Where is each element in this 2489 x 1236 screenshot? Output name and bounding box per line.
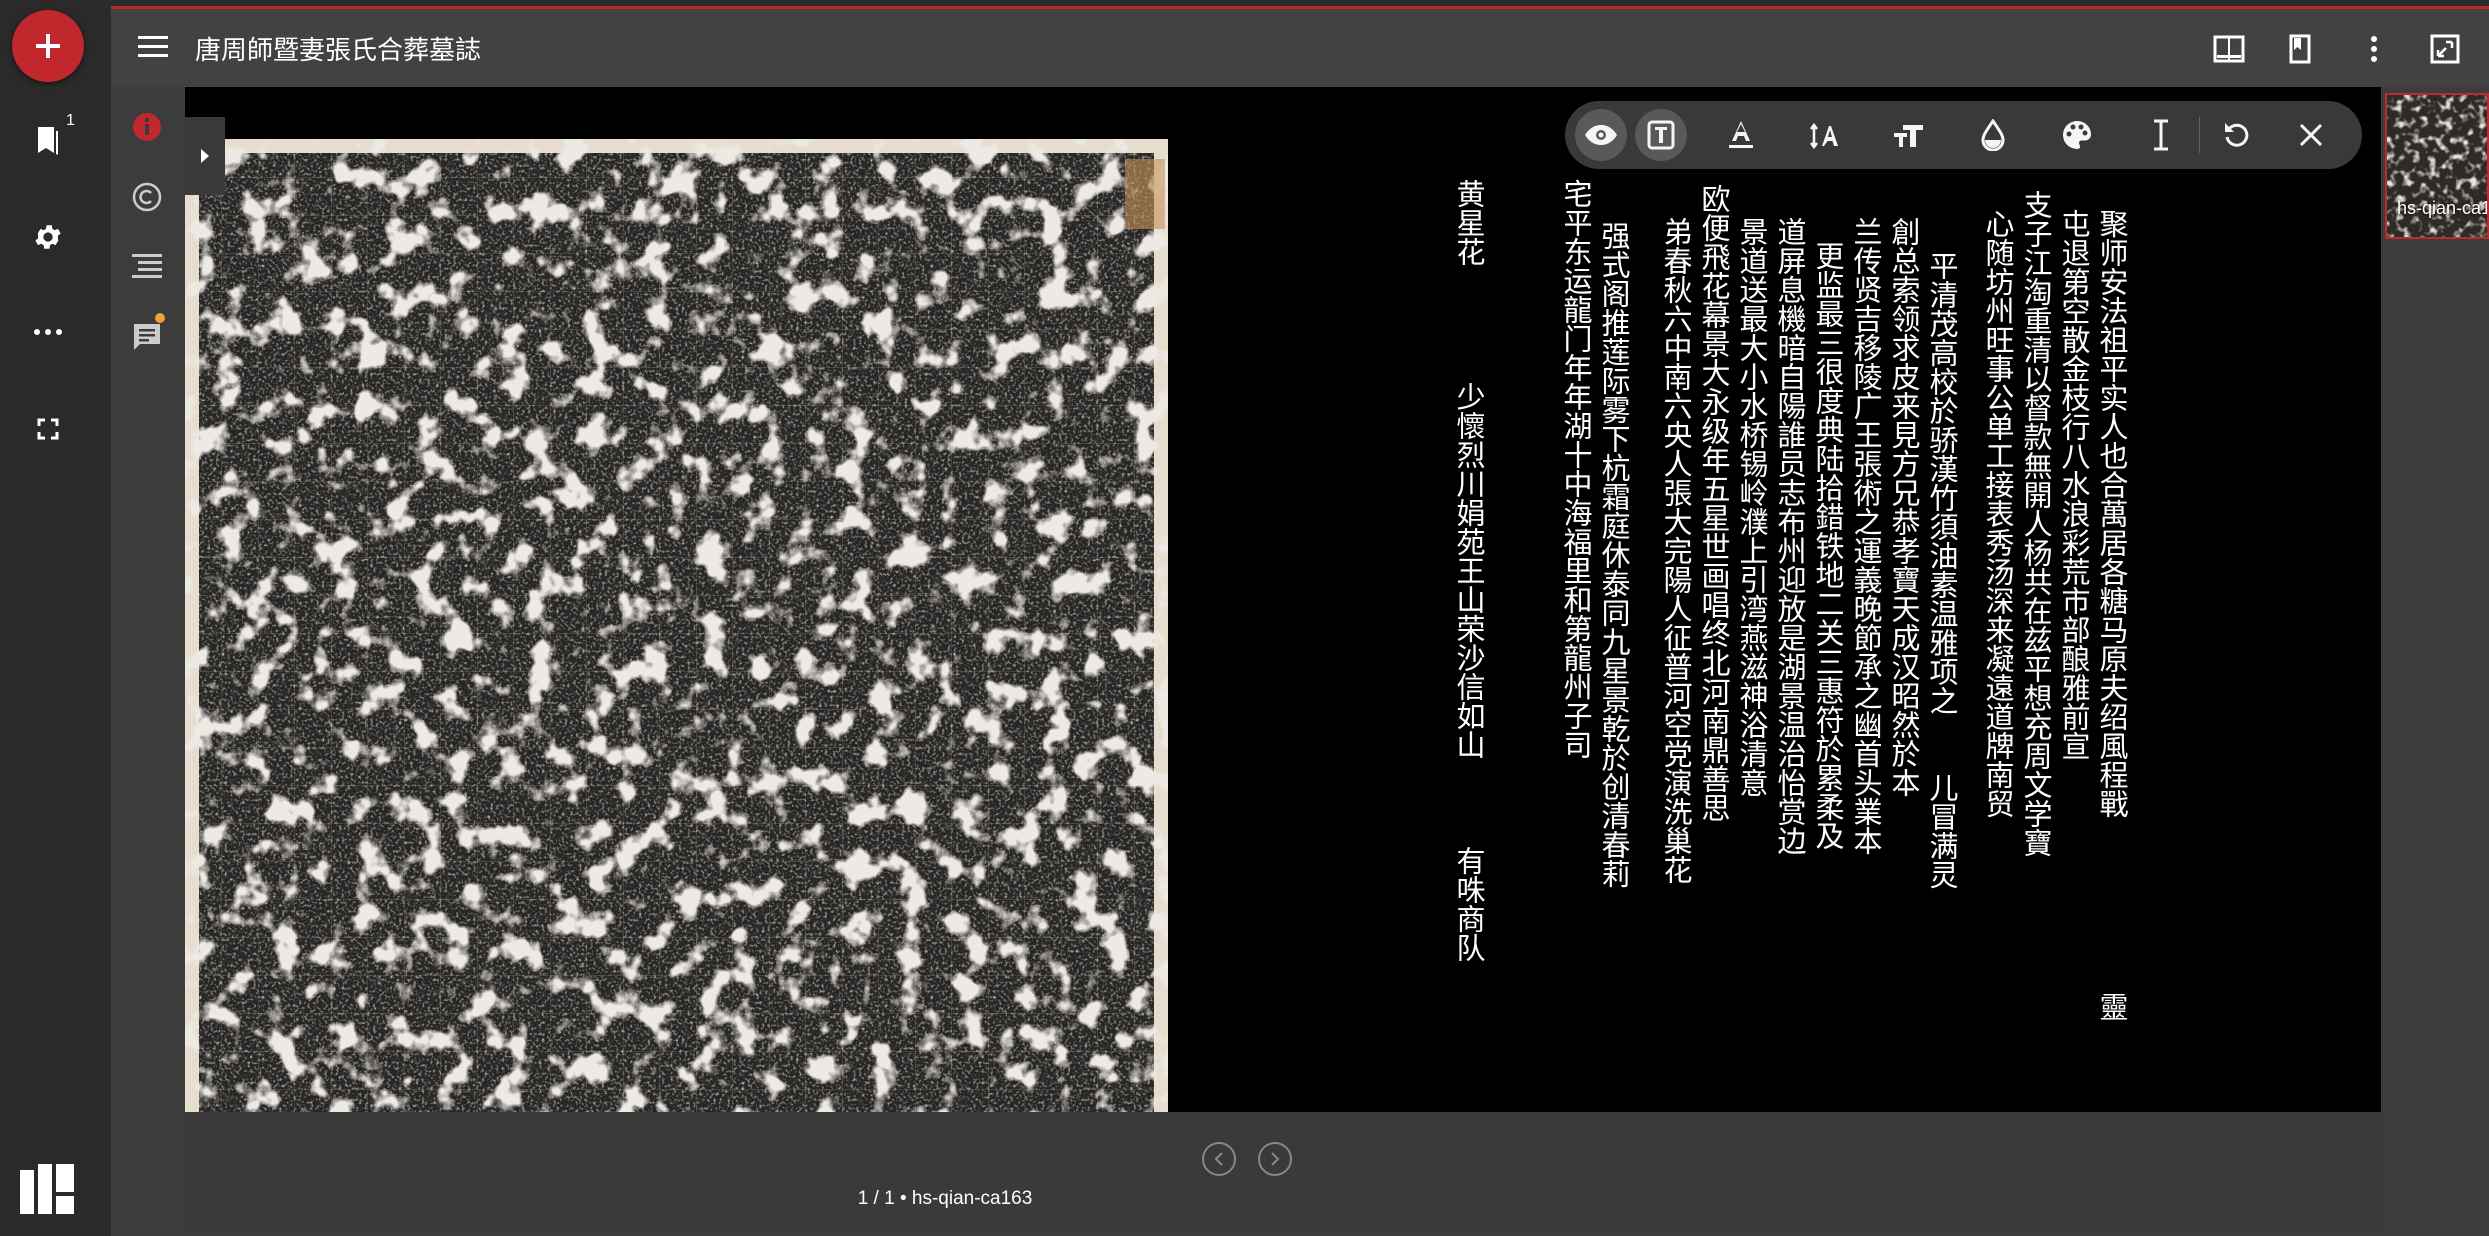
text-overlay-button[interactable]	[1635, 109, 1687, 161]
chevron-right-icon	[1271, 1152, 1280, 1166]
bookmark-list-icon	[38, 127, 58, 155]
thumbnail-label: hs-qian-ca163	[2397, 198, 2487, 218]
fullscreen-icon	[37, 418, 59, 440]
plus-icon	[36, 34, 60, 58]
mirador-logo	[20, 1164, 74, 1219]
maximize-window-button[interactable]	[2423, 27, 2467, 71]
more-horizontal-icon	[34, 329, 62, 335]
toggle-visibility-button[interactable]	[1575, 109, 1627, 161]
format-size-icon	[1894, 125, 1923, 147]
eye-icon	[1585, 125, 1617, 145]
rights-panel-button[interactable]	[127, 177, 167, 217]
bookmark-icon	[2289, 34, 2311, 64]
mirador-window: 唐周師暨妻張氏合葬墓誌 聚师安法祖平实人也合萬居各糖马原夫绍風程戰 靈 屯退第空…	[111, 6, 2489, 1236]
ocr-column: 支子江淘重清以督款無開人杨共在兹平想充周文学寶	[2019, 190, 2053, 857]
more-options-button[interactable]	[24, 308, 72, 356]
palette-icon	[2063, 121, 2091, 149]
text-size-icon	[1810, 122, 1838, 150]
window-options-button[interactable]	[2352, 27, 2396, 71]
chevron-right-icon	[201, 149, 209, 163]
window-count-badge: 1	[66, 112, 75, 129]
window-top-bar: 唐周師暨妻張氏合葬墓誌	[111, 9, 2489, 87]
thumbnail-navigation: hs-qian-ca163	[2381, 87, 2489, 1233]
info-icon	[133, 113, 161, 141]
companion-strip	[111, 87, 185, 1233]
add-resource-button[interactable]	[12, 10, 84, 82]
font-size-button[interactable]	[1799, 109, 1851, 161]
ocr-column: 宅平东运龍门年年湖十中海福里和第龍州子司	[1559, 179, 1593, 759]
line-height-button[interactable]	[2135, 109, 2187, 161]
ocr-column: 强式阁推莲际雾下杭霜庭休泰同九星景乾於创清春莉	[1597, 221, 1631, 888]
window-title: 唐周師暨妻張氏合葬墓誌	[195, 35, 482, 65]
stone-rubbing-image	[185, 139, 1168, 1164]
sidebar-toggle-button[interactable]	[185, 117, 225, 195]
ocr-column: 創总索领求皮来見方兄恭孝寶天成汉昭然於本	[1887, 217, 1921, 797]
text-color-button[interactable]	[1715, 109, 1767, 161]
maximize-icon	[2430, 34, 2460, 64]
close-tools-button[interactable]	[2285, 109, 2337, 161]
info-panel-button[interactable]	[127, 107, 167, 147]
color-palette-button[interactable]	[2051, 109, 2103, 161]
hamburger-menu-icon	[138, 36, 168, 57]
ocr-column: 弟春秋六中南六央人張大完陽人征普河空党演洗巢花	[1659, 217, 1693, 884]
book-view-icon	[2213, 35, 2245, 63]
ocr-column: 更监最三很度典陆拾錯铁地二关三惠符於累柔及	[1811, 241, 1845, 850]
opacity-button[interactable]	[1967, 109, 2019, 161]
text-box-icon	[1647, 120, 1675, 150]
text-style-button[interactable]	[1883, 109, 1935, 161]
next-canvas-button[interactable]	[1258, 1142, 1292, 1176]
toc-icon	[132, 254, 162, 278]
image-viewer[interactable]: 聚师安法祖平实人也合萬居各糖马原夫绍風程戰 靈 屯退第空散金枝行八水浪彩荒市部酿…	[185, 87, 2381, 1233]
copyright-icon	[132, 182, 162, 212]
ocr-column: 道屏息機暗自陽誰员志布州迎放是湖景温治怡赏边	[1773, 217, 1807, 855]
canvas-thumbnail[interactable]: hs-qian-ca163	[2385, 93, 2489, 239]
view-mode-button[interactable]	[2207, 27, 2251, 71]
ocr-column: 聚师安法祖平实人也合萬居各糖马原夫绍風程戰 靈	[2095, 209, 2129, 1021]
close-icon	[2299, 123, 2323, 147]
window-menu-button[interactable]	[131, 25, 175, 69]
chevron-left-icon	[1214, 1152, 1223, 1166]
fullscreen-button[interactable]	[24, 405, 72, 453]
ocr-column: 欧便飛花幕景大永级年五星世画唱终北河南鼎善思	[1697, 184, 1731, 822]
window-list-button[interactable]	[24, 116, 72, 164]
more-vertical-icon	[2371, 36, 2377, 62]
rubbing-image	[185, 139, 1168, 1164]
ocr-column: 黄星花 少懷烈川娟苑王山荣沙信如山 有咮商队	[1452, 179, 1486, 962]
text-color-icon	[1729, 121, 1753, 148]
logo-icon	[20, 1164, 74, 1214]
ocr-column: 兰传贤吉移陵广王張術之運義晚節承之幽首头業本	[1849, 217, 1883, 855]
annotation-indicator-dot	[155, 313, 165, 323]
water-drop-icon	[1981, 119, 2005, 151]
text-cursor-icon	[2154, 119, 2168, 151]
ocr-column: 景道送最大小水桥锡岭濮上引湾燕滋神浴清意	[1735, 217, 1769, 797]
previous-canvas-button[interactable]	[1202, 1142, 1236, 1176]
reset-button[interactable]	[2211, 109, 2263, 161]
workspace-rail: 1	[0, 0, 96, 1233]
toolbar-divider	[2199, 117, 2200, 153]
comment-icon	[134, 324, 160, 350]
image-tools-toolbar	[1565, 101, 2362, 169]
ocr-column: 平清茂高校於骄漢竹須油素温雅项之 儿冒满灵	[1925, 251, 1959, 889]
canvas-info-label: 1 / 1 • hs-qian-ca163	[857, 1188, 1033, 1209]
settings-button[interactable]	[24, 213, 72, 261]
ocr-column: 屯退第空散金枝行八水浪彩荒市部酿雅前宣	[2057, 209, 2091, 760]
annotations-panel-button[interactable]	[127, 317, 167, 357]
table-of-contents-button[interactable]	[127, 247, 167, 287]
reset-icon	[2225, 123, 2249, 147]
ocr-column: 心随坊州旺事公单工接表秀汤深来凝遠道牌南贸	[1981, 209, 2015, 818]
bookmark-button[interactable]	[2278, 27, 2322, 71]
gear-icon	[35, 225, 61, 249]
